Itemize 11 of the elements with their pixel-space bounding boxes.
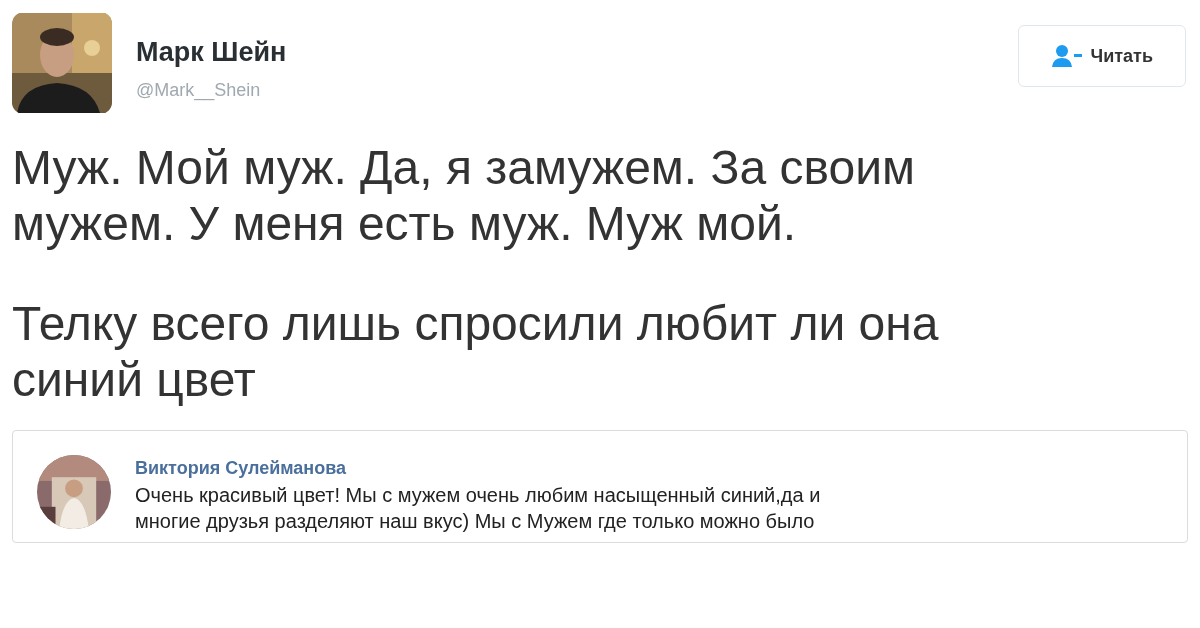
tweet-text: мужем. У меня есть муж. Муж мой. <box>12 196 798 252</box>
quoted-text: многие друзья разделяют наш вкус) Мы с Мужем где только можно было <box>135 509 816 534</box>
follow-button[interactable]: Читать <box>1017 25 1186 87</box>
author-handle: @Mark__Shein <box>136 78 262 103</box>
tweet-text: Муж. Мой муж. Да, я замужем. За своим <box>12 140 917 196</box>
quoted-text: Очень красивый цвет! Мы с мужем очень любим насыщенный синий,да и <box>135 483 821 508</box>
quoted-author: Виктория Сулейманова <box>135 457 348 480</box>
author-name: Марк Шейн <box>136 36 287 69</box>
tweet-text: синий цвет <box>12 352 257 408</box>
follow-person-icon <box>1050 44 1083 68</box>
tweet-text: Телку всего лишь спросили любит ли она <box>12 296 940 352</box>
